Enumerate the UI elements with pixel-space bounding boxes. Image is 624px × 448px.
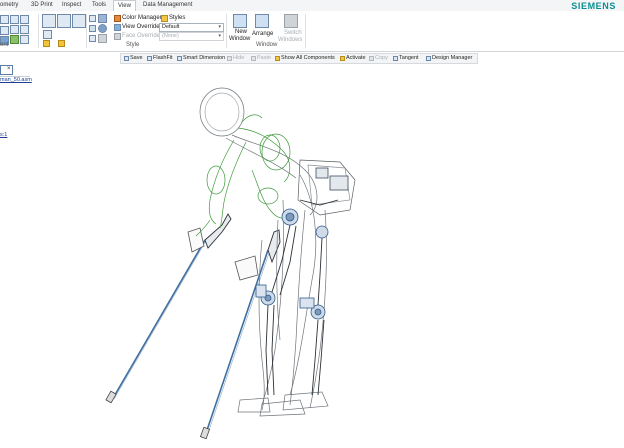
shading-icon-1[interactable] — [89, 15, 96, 22]
dimension-icon — [177, 55, 182, 61]
group-label-left: ent — [0, 42, 9, 48]
paste-label: Paste — [257, 55, 272, 61]
graphics-viewport[interactable] — [0, 64, 624, 448]
hide-icon — [227, 55, 232, 61]
color-manager-button[interactable]: Color Manager — [122, 15, 162, 21]
human-model-wireframe[interactable] — [199, 87, 356, 417]
switch-windows-label-2: Windows — [278, 37, 303, 43]
tab-view[interactable]: View — [113, 0, 136, 11]
spin-icon[interactable] — [20, 35, 29, 44]
save-label: Save — [130, 55, 143, 61]
view-overrides-label: View Overrides — [122, 24, 163, 30]
copy-icon — [369, 55, 374, 61]
separator — [226, 14, 227, 48]
color-manager-icon[interactable] — [114, 15, 121, 22]
group-label-style: Style — [126, 42, 140, 48]
face-overrides-label: Face Overrides — [122, 33, 164, 39]
smart-dimension-button[interactable]: Smart Dimension — [177, 55, 225, 61]
tangent-button[interactable]: Tangent — [393, 55, 419, 61]
separator — [86, 14, 87, 48]
view-overrides-value: Default — [162, 24, 180, 30]
show-all-label: Show All Components — [281, 55, 335, 61]
shading-icon-3[interactable] — [89, 35, 96, 42]
tab-tools[interactable]: Tools — [92, 2, 106, 8]
new-window-label-2[interactable]: Window — [229, 36, 250, 42]
ribbon-tab-bar: ometry 3D Print Inspect Tools View Data … — [0, 0, 624, 11]
tangent-icon — [393, 55, 398, 61]
switch-windows-icon — [284, 14, 298, 28]
group-label-window: Window — [256, 42, 278, 48]
chevron-down-icon: ▾ — [218, 24, 221, 30]
fit-icon[interactable] — [20, 15, 29, 24]
zoom-icon[interactable] — [10, 15, 19, 24]
look-at-icon[interactable] — [20, 25, 29, 34]
design-manager-icon — [426, 55, 431, 61]
switch-windows-label-1: Switch — [284, 30, 302, 36]
display-icon-2[interactable] — [43, 40, 50, 47]
styles-icon[interactable] — [161, 15, 168, 22]
show-all-icon — [275, 55, 280, 61]
new-window-icon[interactable] — [233, 14, 247, 28]
design-manager-button[interactable]: Design Manager — [426, 55, 472, 61]
ribbon: ent Color Manager Styles View Overrides … — [0, 11, 624, 52]
tab-geometry[interactable]: ometry — [0, 2, 18, 8]
shading-icon-2[interactable] — [89, 25, 96, 32]
show-all-components-button[interactable]: Show All Components — [275, 55, 335, 61]
edge-icon[interactable] — [98, 34, 107, 43]
design-manager-label: Design Manager — [432, 55, 473, 61]
arm-wireframe[interactable] — [195, 114, 291, 237]
view-orientation-icon-2[interactable] — [57, 14, 71, 28]
flashfit-icon — [147, 55, 152, 61]
display-icon-3[interactable] — [58, 40, 65, 47]
chevron-down-icon: ▾ — [218, 33, 221, 39]
view-icon-2[interactable] — [0, 26, 9, 35]
crutch-left[interactable] — [105, 213, 232, 404]
save-icon — [124, 55, 129, 61]
save-button[interactable]: Save — [124, 55, 143, 61]
face-overrides-icon — [114, 33, 121, 40]
tab-inspect[interactable]: Inspect — [62, 2, 81, 8]
face-overrides-value: (None) — [162, 33, 179, 39]
siemens-logo: SIEMENS — [571, 1, 616, 11]
view-overrides-select[interactable]: Default ▾ — [159, 23, 224, 32]
crutch-right[interactable] — [199, 229, 281, 440]
styles-button[interactable]: Styles — [169, 15, 185, 21]
display-icon-1[interactable] — [43, 30, 52, 39]
separator — [38, 14, 39, 48]
tab-data-management[interactable]: Data Management — [143, 2, 192, 8]
flashfit-button[interactable]: FlashFit — [147, 55, 173, 61]
new-window-label-1[interactable]: New — [235, 29, 247, 35]
activate-button[interactable]: Activate — [340, 55, 366, 61]
pan-icon[interactable] — [10, 35, 19, 44]
view-overrides-icon — [114, 24, 121, 31]
copy-label: Copy — [375, 55, 388, 61]
view-icon-1[interactable] — [0, 15, 9, 24]
view-orientation-icon-1[interactable] — [42, 14, 56, 28]
activate-icon — [340, 55, 345, 61]
flashfit-label: FlashFit — [153, 55, 173, 61]
arrange-icon[interactable] — [255, 14, 269, 28]
paste-icon — [251, 55, 256, 61]
command-toolbar: Save FlashFit Smart Dimension Hide Paste… — [120, 53, 478, 64]
paste-button[interactable]: Paste — [251, 55, 271, 61]
copy-button[interactable]: Copy — [369, 55, 388, 61]
hide-label: Hide — [233, 55, 245, 61]
hide-button[interactable]: Hide — [227, 55, 244, 61]
separator — [305, 14, 306, 48]
tab-3d-print[interactable]: 3D Print — [31, 2, 53, 8]
face-overrides-select[interactable]: (None) ▾ — [159, 32, 224, 41]
sphere-icon[interactable] — [98, 24, 107, 33]
rotate-icon[interactable] — [10, 25, 19, 34]
view-orientation-icon-3[interactable] — [72, 14, 86, 28]
smart-dimension-label: Smart Dimension — [183, 55, 226, 61]
activate-label: Activate — [346, 55, 366, 61]
render-mode-icon[interactable] — [98, 14, 107, 23]
tangent-label: Tangent — [399, 55, 419, 61]
arrange-button[interactable]: Arrange — [252, 31, 273, 37]
